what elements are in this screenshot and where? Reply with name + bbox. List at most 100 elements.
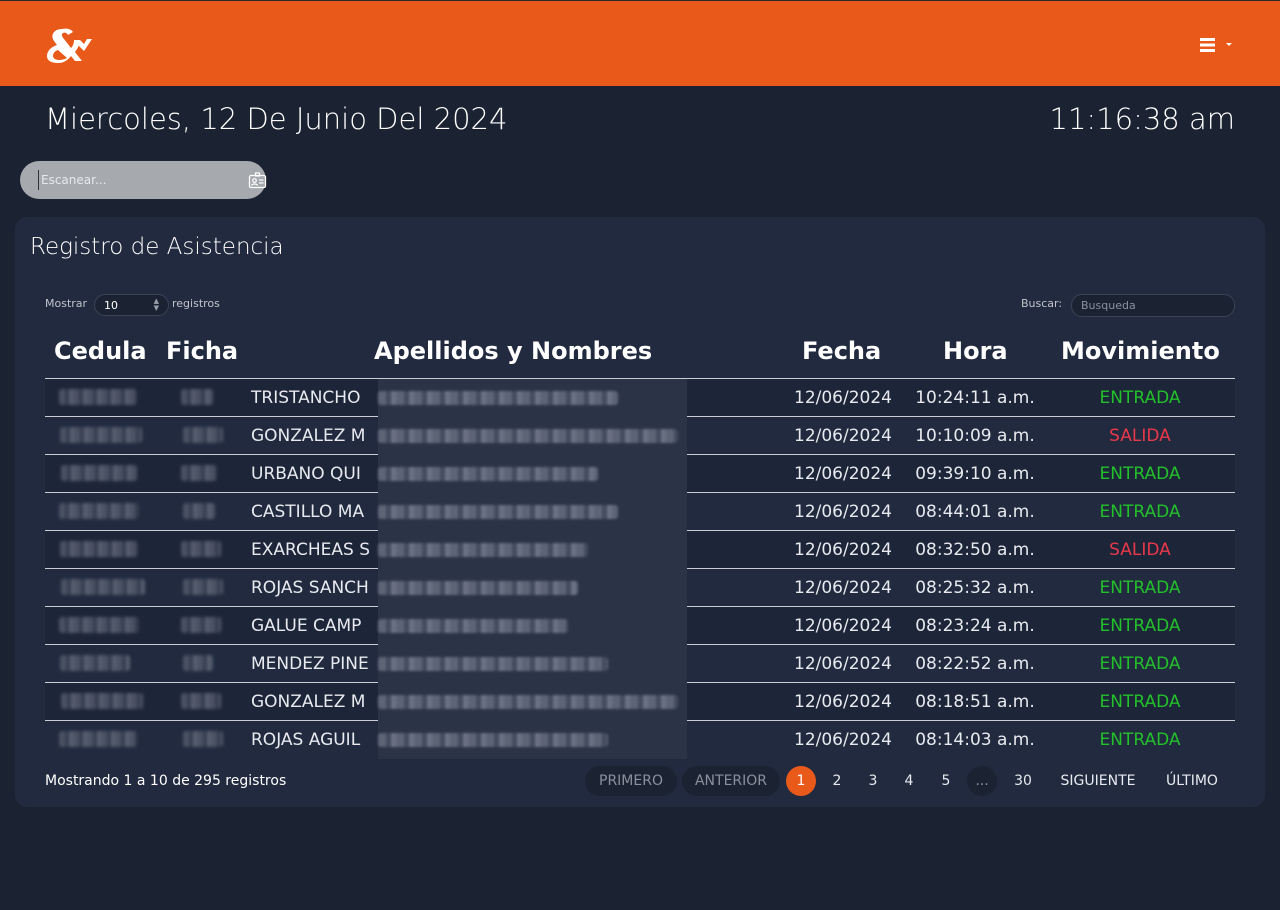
nombre-redaction (378, 493, 687, 531)
fecha-cell: 12/06/2024 (794, 388, 892, 408)
nombre-redaction (378, 607, 687, 645)
col-hora[interactable]: Hora (943, 337, 1008, 365)
nombre-cell: MENDEZ PINE (251, 654, 369, 674)
card-title: Registro de Asistencia (30, 234, 284, 260)
top-navbar (0, 0, 1280, 86)
ficha-cell-redacted (181, 465, 217, 481)
fecha-cell: 12/06/2024 (794, 540, 892, 560)
cedula-cell-redacted (59, 389, 137, 405)
table-row[interactable]: ROJAS AGUIL 12/06/2024 08:14:03 a.m. ENTRAD… (45, 721, 1235, 759)
pager-next-button[interactable]: SIGUIENTE (1053, 766, 1143, 796)
nombre-cell: CASTILLO MA (251, 502, 365, 522)
current-date: Miercoles, 12 De Junio Del 2024 (45, 102, 508, 136)
nombre-cell: ROJAS SANCH (251, 578, 369, 598)
cedula-cell-redacted (60, 427, 142, 443)
table-row[interactable]: MENDEZ PINE 12/06/2024 08:22:52 a.m. ENTRAD… (45, 645, 1235, 683)
logo-icon (47, 28, 92, 63)
fecha-cell: 12/06/2024 (794, 578, 892, 598)
fecha-cell: 12/06/2024 (794, 426, 892, 446)
pager-page-2[interactable]: 2 (822, 766, 852, 796)
table-row[interactable]: CASTILLO MA 12/06/2024 08:44:01 a.m. ENTRAD… (45, 493, 1235, 531)
hora-cell: 08:18:51 a.m. (915, 692, 1035, 712)
hora-cell: 08:23:24 a.m. (915, 616, 1035, 636)
nombre-cell: GONZALEZ M (251, 426, 366, 446)
hora-cell: 10:10:09 a.m. (915, 426, 1035, 446)
redaction-bar (378, 733, 608, 747)
movimiento-cell: ENTRADA (1099, 730, 1181, 750)
col-cedula[interactable]: Cedula (54, 337, 147, 365)
movimiento-cell: ENTRADA (1099, 578, 1181, 598)
table-row[interactable]: GALUE CAMP 12/06/2024 08:23:24 a.m. ENTRADA (45, 607, 1235, 645)
fecha-cell: 12/06/2024 (794, 464, 892, 484)
hora-cell: 08:22:52 a.m. (915, 654, 1035, 674)
nombre-cell: EXARCHEAS S (251, 540, 370, 560)
page-length-value: 10 (104, 299, 118, 312)
pager-page-1[interactable]: 1 (786, 766, 816, 796)
nombre-redaction (378, 683, 687, 721)
nombre-redaction (378, 379, 687, 417)
table-row[interactable]: GONZALEZ M 12/06/2024 10:10:09 a.m. SALIDA (45, 417, 1235, 455)
nombre-redaction (378, 455, 687, 493)
table-row[interactable]: EXARCHEAS S 12/06/2024 08:32:50 a.m. SALIDA (45, 531, 1235, 569)
cedula-cell-redacted (60, 655, 130, 671)
hora-cell: 09:39:10 a.m. (915, 464, 1035, 484)
movimiento-cell: SALIDA (1109, 426, 1171, 446)
search-input[interactable] (1071, 294, 1235, 317)
ficha-cell-redacted (183, 731, 223, 747)
fecha-cell: 12/06/2024 (794, 730, 892, 750)
nombre-cell: GONZALEZ M (251, 692, 366, 712)
redaction-bar (378, 467, 598, 481)
table-row[interactable]: TRISTANCHO 12/06/2024 10:24:11 a.m. ENTRADA (45, 379, 1235, 417)
hora-cell: 10:24:11 a.m. (915, 388, 1035, 408)
nombre-redaction (378, 569, 687, 607)
menu-dropdown-toggle[interactable] (1196, 33, 1240, 57)
nombre-cell: URBANO QUI (251, 464, 361, 484)
current-time: 11:16:38 am (1049, 102, 1235, 136)
scan-input[interactable] (38, 170, 228, 190)
updown-arrows-icon: ▲ ▼ (153, 297, 159, 312)
col-ficha[interactable]: Ficha (166, 337, 238, 365)
fecha-cell: 12/06/2024 (794, 616, 892, 636)
show-label: Mostrar (45, 297, 88, 310)
ficha-cell-redacted (181, 617, 221, 633)
table-row[interactable]: GONZALEZ M 12/06/2024 08:18:51 a.m. ENTRADA (45, 683, 1235, 721)
pager-page-3[interactable]: 3 (858, 766, 888, 796)
pager-prev-button[interactable]: ANTERIOR (682, 766, 780, 796)
nombre-cell: ROJAS AGUIL (251, 730, 361, 750)
pager-first-button[interactable]: PRIMERO (585, 766, 677, 796)
pager-page-5[interactable]: 5 (931, 766, 961, 796)
movimiento-cell: SALIDA (1109, 540, 1171, 560)
movimiento-cell: ENTRADA (1099, 654, 1181, 674)
col-movimiento[interactable]: Movimiento (1061, 337, 1220, 365)
cedula-cell-redacted (61, 693, 143, 709)
ficha-cell-redacted (183, 503, 215, 519)
movimiento-cell: ENTRADA (1099, 692, 1181, 712)
pager-last-button[interactable]: ÚLTIMO (1156, 766, 1228, 796)
movimiento-cell: ENTRADA (1099, 502, 1181, 522)
redaction-bar (378, 657, 608, 671)
col-fecha[interactable]: Fecha (802, 337, 881, 365)
show-suffix-label: registros (172, 297, 220, 310)
redaction-bar (378, 695, 678, 709)
table-row[interactable]: ROJAS SANCH 12/06/2024 08:25:32 a.m. ENTRAD… (45, 569, 1235, 607)
id-card-icon (248, 172, 268, 190)
brand-logo[interactable] (40, 23, 96, 65)
fecha-cell: 12/06/2024 (794, 692, 892, 712)
pager-page-last[interactable]: 30 (1006, 766, 1040, 796)
redaction-bar (378, 391, 618, 405)
search-label: Buscar: (1021, 297, 1063, 310)
pager-page-4[interactable]: 4 (894, 766, 924, 796)
fecha-cell: 12/06/2024 (794, 502, 892, 522)
hora-cell: 08:25:32 a.m. (915, 578, 1035, 598)
pagination: PRIMERO ANTERIOR 1 2 3 4 5 ... 30 SIGUIE… (585, 766, 1235, 796)
ficha-cell-redacted (181, 693, 221, 709)
hamburger-icon (1200, 38, 1232, 52)
attendance-card: Registro de Asistencia Mostrar 10 ▲ ▼ reg… (15, 217, 1265, 807)
scan-field (20, 161, 268, 199)
nombre-redaction (378, 531, 687, 569)
cedula-cell-redacted (61, 579, 145, 595)
table-row[interactable]: URBANO QUI 12/06/2024 09:39:10 a.m. ENTRADA (45, 455, 1235, 493)
movimiento-cell: ENTRADA (1099, 616, 1181, 636)
col-nombres[interactable]: Apellidos y Nombres (374, 337, 652, 365)
page-length-select[interactable]: 10 ▲ ▼ (94, 294, 169, 316)
